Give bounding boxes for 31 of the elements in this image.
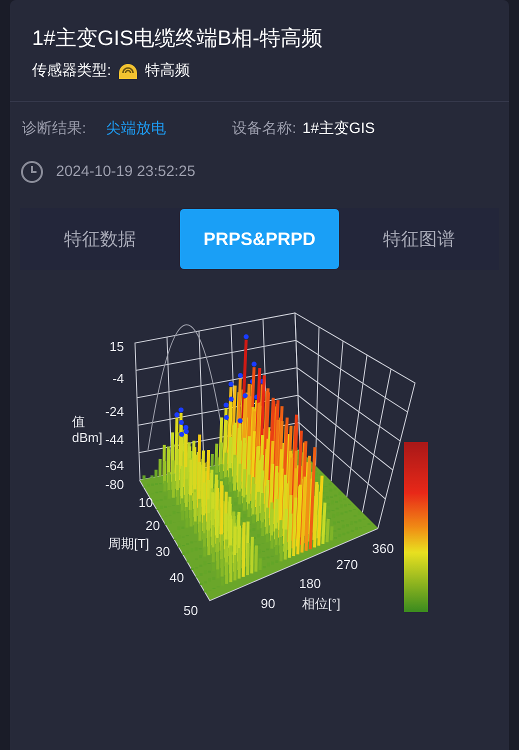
axis-tick-label: -64	[105, 458, 124, 473]
axis-tick-label: 180	[299, 576, 321, 591]
diagnosis-value: 尖端放电	[106, 118, 166, 138]
device-name-value: 1#主变GIS	[302, 118, 375, 138]
sensor-icon	[117, 61, 140, 82]
device-name-label: 设备名称:	[232, 118, 296, 138]
axis-tick-label: 90	[260, 596, 276, 611]
axis-tick-label: 20	[146, 518, 160, 533]
page-title: 1#主变GIS电缆终端B相-特高频	[32, 26, 324, 52]
axis-tick-label: -80	[105, 477, 124, 492]
axis-title: 值	[72, 414, 85, 429]
axis-tick-label: -4	[112, 371, 124, 386]
axis-title: dBm]	[72, 430, 102, 445]
axis-tick-label: 15	[110, 339, 124, 354]
axis-tick-label: 270	[336, 557, 358, 572]
axis-title: 相位[°]	[302, 596, 340, 611]
axis-tick-label: 30	[156, 544, 170, 559]
sensor-type-label: 传感器类型:	[32, 61, 112, 81]
clock-icon	[20, 160, 44, 184]
axis-tick-label: -24	[105, 404, 124, 419]
diagnosis-label: 诊断结果:	[22, 118, 86, 138]
tab[interactable]: 特征数据	[20, 209, 180, 269]
axis-tick-label: 40	[170, 570, 184, 585]
axis-title: 周期[T]	[108, 536, 150, 551]
axis-tick-label: 50	[184, 603, 198, 618]
tab[interactable]: 特征图谱	[339, 209, 500, 269]
timestamp: 2024-10-19 23:52:25	[56, 162, 196, 182]
axis-tick-label: -44	[105, 432, 124, 447]
axis-tick-label: 360	[372, 541, 394, 556]
sensor-type-value: 特高频	[145, 61, 190, 81]
axis-tick-label: 10	[138, 495, 153, 510]
